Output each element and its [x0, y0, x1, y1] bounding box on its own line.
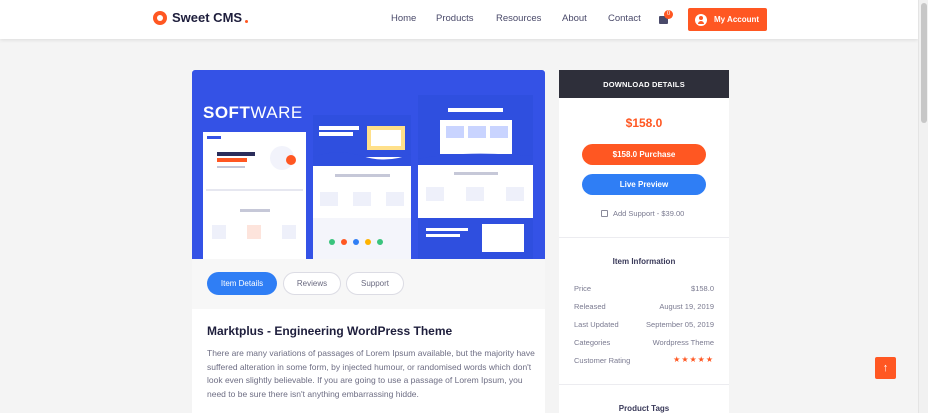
- tab-support[interactable]: Support: [346, 272, 404, 295]
- divider: [559, 384, 729, 385]
- nav-contact[interactable]: Contact: [608, 13, 641, 24]
- divider: [559, 237, 729, 238]
- cart-button[interactable]: 0: [659, 10, 673, 24]
- tab-item-details[interactable]: Item Details: [207, 272, 277, 295]
- nav-about[interactable]: About: [562, 13, 587, 24]
- panel-header: DOWNLOAD DETAILS: [559, 70, 729, 98]
- my-account-label: My Account: [714, 15, 760, 24]
- live-preview-button[interactable]: Live Preview: [582, 174, 706, 195]
- item-information-title: Item Information: [612, 257, 676, 266]
- add-support-checkbox[interactable]: [601, 210, 608, 217]
- info-value: $158.0: [691, 284, 714, 293]
- add-support-option[interactable]: Add Support - $39.00: [601, 209, 684, 218]
- info-label: Customer Rating: [574, 356, 631, 365]
- info-label: Released: [574, 302, 606, 311]
- nav-resources[interactable]: Resources: [496, 13, 541, 24]
- tab-reviews[interactable]: Reviews: [283, 272, 341, 295]
- detail-tabs: Item Details Reviews Support: [192, 259, 545, 309]
- add-support-label: Add Support - $39.00: [613, 209, 685, 218]
- user-icon: [695, 13, 707, 26]
- brand-logo[interactable]: Sweet CMS: [153, 10, 249, 25]
- info-value: August 19, 2019: [659, 302, 714, 311]
- product-tags-title: Product Tags: [618, 404, 670, 413]
- info-value: Wordpress Theme: [652, 338, 714, 347]
- star-rating-icon: ★★★★★: [673, 355, 714, 364]
- logo-ring-icon: [153, 10, 167, 25]
- theme-mockup-graphic: [203, 95, 533, 259]
- logo-dot: [245, 20, 249, 23]
- info-label: Last Updated: [574, 320, 619, 329]
- back-to-top-button[interactable]: ↑: [875, 357, 896, 379]
- brand-name: Sweet CMS: [172, 10, 243, 25]
- my-account-button[interactable]: My Account: [688, 8, 767, 31]
- scrollbar-thumb[interactable]: [921, 3, 927, 123]
- page-scrollbar[interactable]: [918, 0, 928, 413]
- download-details-panel: DOWNLOAD DETAILS $158.0 $158.0 Purchase …: [559, 70, 729, 413]
- info-label: Categories: [574, 338, 611, 347]
- nav-products[interactable]: Products: [436, 13, 474, 24]
- product-price: $158.0: [625, 116, 663, 130]
- product-description: There are many variations of passages of…: [207, 348, 535, 399]
- arrow-up-icon: ↑: [882, 362, 889, 374]
- product-card: SOFTWARE Item Details Reviews Support Ma…: [192, 70, 545, 413]
- nav-home[interactable]: Home: [391, 13, 416, 24]
- purchase-button[interactable]: $158.0 Purchase: [582, 144, 706, 165]
- cart-count-badge: 0: [664, 10, 673, 19]
- product-title: Marktplus - Engineering WordPress Theme: [207, 324, 453, 338]
- info-label: Price: [574, 284, 592, 293]
- site-header: Sweet CMS Home Products Resources About …: [0, 0, 918, 39]
- product-preview-image: SOFTWARE: [192, 70, 545, 259]
- info-value: September 05, 2019: [646, 320, 714, 329]
